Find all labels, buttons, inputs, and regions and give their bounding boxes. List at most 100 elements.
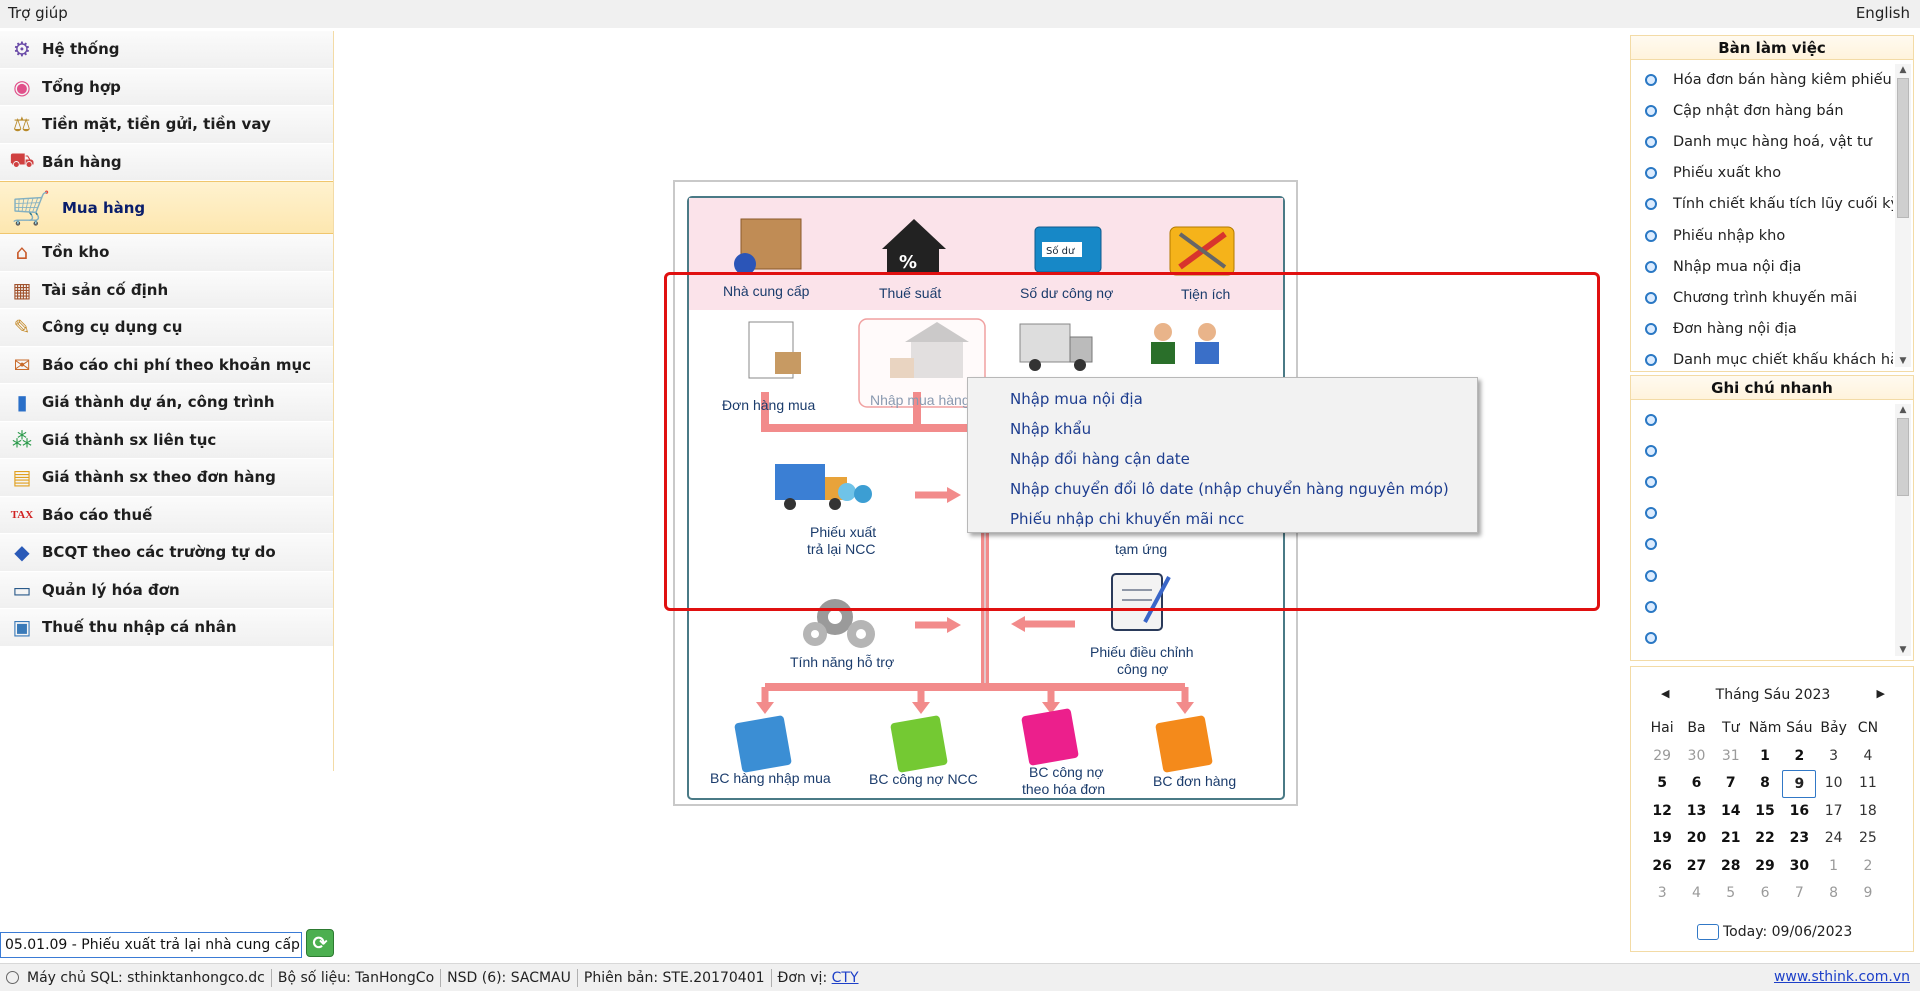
calendar-day[interactable]: 26	[1645, 853, 1679, 881]
calendar-day[interactable]: 9	[1851, 880, 1885, 908]
adjust-debt-label-1[interactable]: Phiếu điều chỉnh	[1090, 644, 1194, 660]
people-icon[interactable]	[1151, 323, 1219, 364]
calendar-day[interactable]: 6	[1679, 770, 1713, 798]
menu-item-10[interactable]: ⁂ Giá thành sx liên tục	[0, 421, 333, 459]
debt-balance-label[interactable]: Số dư công nợ	[1020, 285, 1113, 301]
calendar-day[interactable]: 5	[1645, 770, 1679, 798]
report-import-label[interactable]: BC hàng nhập mua	[710, 770, 831, 786]
utilities-icon[interactable]	[1169, 226, 1235, 276]
calendar-day[interactable]: 29	[1645, 743, 1679, 771]
help-menu[interactable]: Trợ giúp	[8, 4, 68, 22]
balance-folder-icon[interactable]: Số dư	[1034, 226, 1102, 273]
quicknotes-scrollbar[interactable]: ▲ ▼	[1895, 404, 1911, 656]
website-link[interactable]: www.sthink.com.vn	[1774, 969, 1910, 985]
report-invoice-debt-label-1[interactable]: BC công nợ	[1029, 764, 1104, 780]
workdesk-item[interactable]: Chương trình khuyến mãi	[1631, 282, 1893, 313]
calendar-day[interactable]: 21	[1714, 825, 1748, 853]
calendar-day[interactable]: 1	[1748, 743, 1782, 771]
calendar-day[interactable]: 27	[1679, 853, 1713, 881]
utilities-label[interactable]: Tiện ích	[1181, 286, 1230, 302]
menu-item-3[interactable]: ⛟ Bán hàng	[0, 143, 333, 181]
calendar-day[interactable]: 3	[1645, 880, 1679, 908]
menu-item-2[interactable]: ⚖ Tiền mặt, tiền gửi, tiền vay	[0, 106, 333, 144]
scroll-thumb[interactable]	[1897, 78, 1909, 218]
report-invoice-debt-label-2[interactable]: theo hóa đơn	[1022, 781, 1105, 797]
calendar-day[interactable]: 31	[1714, 743, 1748, 771]
context-menu-item[interactable]: Nhập khẩu	[968, 414, 1477, 444]
today-button[interactable]: Today: 09/06/2023	[1697, 924, 1852, 940]
workdesk-item[interactable]: Hóa đơn bán hàng kiêm phiếu xuất	[1631, 64, 1893, 95]
menu-item-0[interactable]: ⚙ Hệ thống	[0, 31, 333, 69]
calendar-day[interactable]: 2	[1782, 743, 1816, 771]
menu-item-4[interactable]: 🛒 Mua hàng	[0, 181, 333, 234]
calendar-day[interactable]: 6	[1748, 880, 1782, 908]
scroll-down-icon[interactable]: ▼	[1895, 644, 1911, 656]
menu-item-15[interactable]: ▣ Thuế thu nhập cá nhân	[0, 609, 333, 647]
return-voucher-label-1[interactable]: Phiếu xuất	[810, 524, 876, 540]
command-input[interactable]: 05.01.09 - Phiếu xuất trả lại nhà cung c…	[0, 932, 302, 958]
delivery-truck-icon[interactable]	[1019, 323, 1093, 371]
calendar-day[interactable]: 23	[1782, 825, 1816, 853]
quicknote-item[interactable]	[1631, 466, 1893, 497]
workdesk-item[interactable]: Tính chiết khấu tích lũy cuối kỳ	[1631, 189, 1893, 220]
context-menu-item[interactable]: Nhập chuyển đổi lô date (nhập chuyển hàn…	[968, 474, 1477, 504]
gears-icon[interactable]	[803, 599, 875, 648]
scroll-thumb[interactable]	[1897, 418, 1909, 496]
menu-item-11[interactable]: ▤ Giá thành sx theo đơn hàng	[0, 459, 333, 497]
purchase-import-label[interactable]: Nhập mua hàng	[870, 392, 970, 408]
report-invoice-debt-folder-icon[interactable]	[1021, 708, 1079, 766]
workdesk-item[interactable]: Nhập mua nội địa	[1631, 251, 1893, 282]
language-switch[interactable]: English	[1856, 4, 1910, 22]
calendar-day[interactable]: 22	[1748, 825, 1782, 853]
report-supplier-debt-folder-icon[interactable]	[890, 715, 948, 773]
menu-item-13[interactable]: ◆ BCQT theo các trường tự do	[0, 534, 333, 572]
purchase-order-label[interactable]: Đơn hàng mua	[722, 397, 815, 413]
workdesk-item[interactable]: Danh mục chiết khấu khách hàng	[1631, 345, 1893, 371]
menu-item-7[interactable]: ✎ Công cụ dụng cụ	[0, 309, 333, 347]
calendar-day[interactable]: 15	[1748, 798, 1782, 826]
quicknote-item[interactable]	[1631, 529, 1893, 560]
scroll-up-icon[interactable]: ▲	[1895, 404, 1911, 416]
menu-item-6[interactable]: ▦ Tài sản cố định	[0, 271, 333, 309]
menu-item-8[interactable]: ✉ Báo cáo chi phí theo khoản mục	[0, 346, 333, 384]
return-voucher-label-2[interactable]: trả lại NCC	[807, 541, 875, 557]
workdesk-item[interactable]: Danh mục hàng hoá, vật tư	[1631, 126, 1893, 157]
quicknote-item[interactable]	[1631, 498, 1893, 529]
workdesk-item[interactable]: Đơn hàng nội địa	[1631, 314, 1893, 345]
workdesk-scrollbar[interactable]: ▲ ▼	[1895, 64, 1911, 367]
context-menu-item[interactable]: Nhập mua nội địa	[968, 384, 1477, 414]
calendar-day[interactable]: 19	[1645, 825, 1679, 853]
calendar-day[interactable]: 29	[1748, 853, 1782, 881]
calendar-day[interactable]: 25	[1851, 825, 1885, 853]
report-supplier-debt-label[interactable]: BC công nợ NCC	[869, 771, 978, 787]
calendar-day[interactable]: 4	[1679, 880, 1713, 908]
calendar-day[interactable]: 14	[1714, 798, 1748, 826]
refresh-go-icon[interactable]: ⟳	[306, 929, 334, 957]
quicknote-item[interactable]	[1631, 404, 1893, 435]
quicknote-item[interactable]	[1631, 591, 1893, 622]
calendar-day[interactable]: 13	[1679, 798, 1713, 826]
calendar-day[interactable]: 30	[1782, 853, 1816, 881]
calendar-day[interactable]: 2	[1851, 853, 1885, 881]
adjust-debt-label-2[interactable]: công nợ	[1117, 661, 1168, 677]
report-order-label[interactable]: BC đơn hàng	[1153, 773, 1236, 789]
quicknote-item[interactable]	[1631, 435, 1893, 466]
calendar-day[interactable]: 24	[1816, 825, 1850, 853]
purchase-order-icon[interactable]	[748, 321, 801, 379]
quicknote-item[interactable]	[1631, 560, 1893, 591]
report-order-folder-icon[interactable]	[1155, 715, 1213, 773]
calendar-day[interactable]: 20	[1679, 825, 1713, 853]
adjust-note-icon[interactable]	[1111, 573, 1171, 631]
quicknote-item[interactable]	[1631, 622, 1893, 653]
calendar-day[interactable]: 5	[1714, 880, 1748, 908]
calendar-day[interactable]: 11	[1851, 770, 1885, 798]
calendar-day[interactable]: 4	[1851, 743, 1885, 771]
calendar-day[interactable]: 7	[1714, 770, 1748, 798]
tax-rate-label[interactable]: Thuế suất	[879, 285, 941, 301]
calendar-day[interactable]: 1	[1816, 853, 1850, 881]
calendar-day[interactable]: 3	[1816, 743, 1850, 771]
menu-item-12[interactable]: TAX Báo cáo thuế	[0, 496, 333, 534]
report-import-folder-icon[interactable]	[734, 715, 792, 773]
calendar-day[interactable]: 8	[1748, 770, 1782, 798]
workdesk-item[interactable]: Cập nhật đơn hàng bán	[1631, 95, 1893, 126]
